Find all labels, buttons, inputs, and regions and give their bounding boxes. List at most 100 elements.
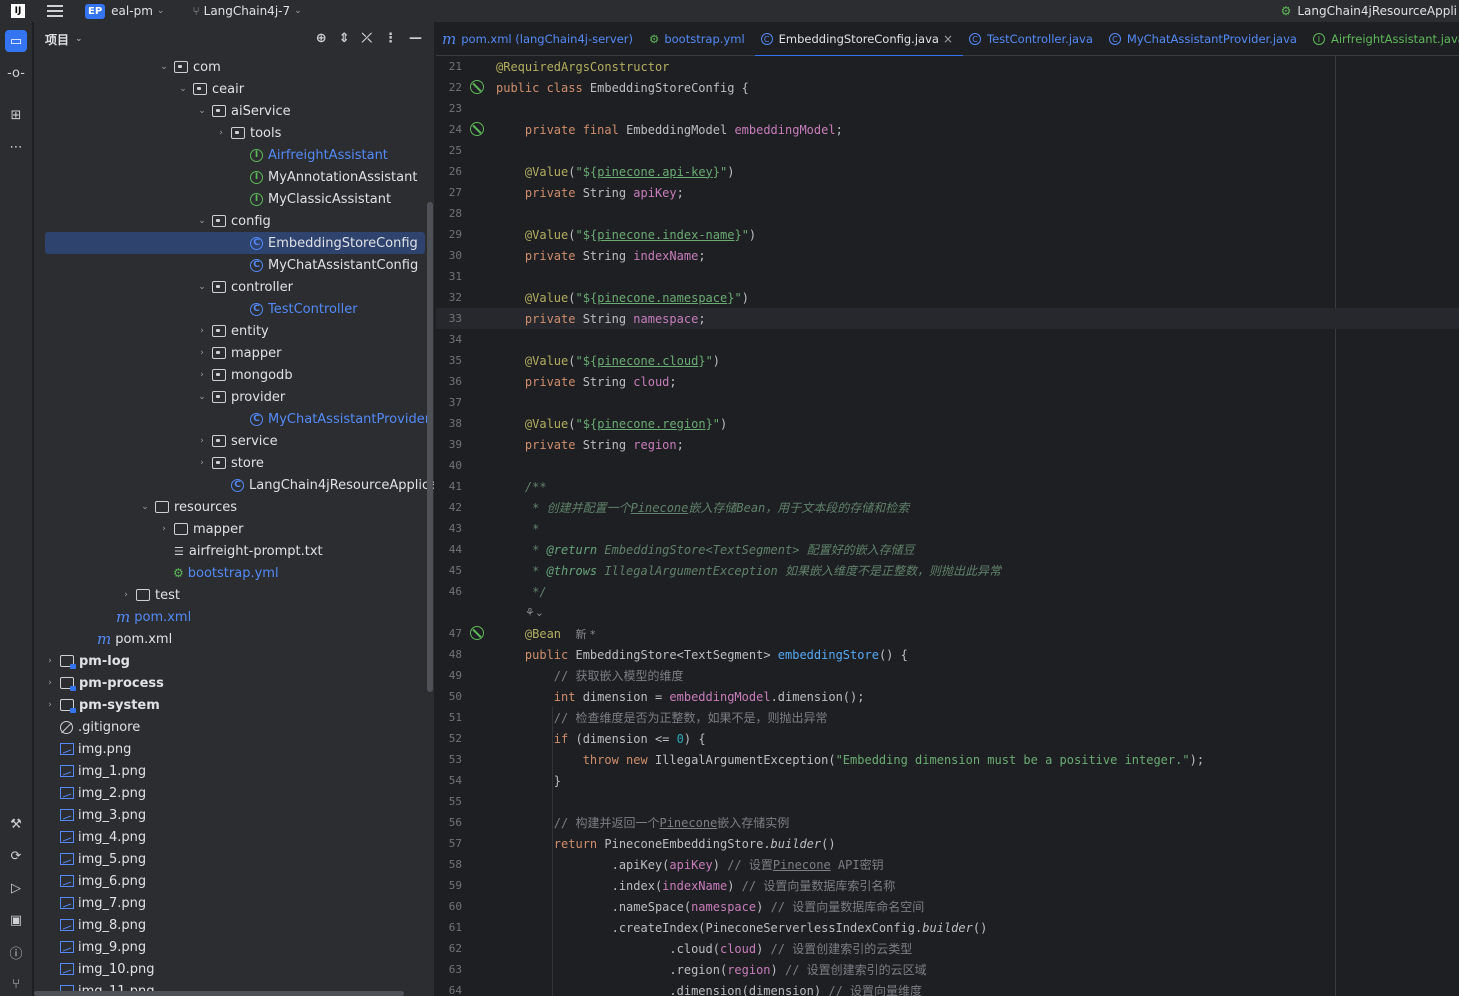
tree-item[interactable]: › test	[34, 584, 429, 606]
editor-tab[interactable]: ⚙ bootstrap.yml	[643, 22, 755, 56]
run-configuration-selector[interactable]: ⚙ LangChain4jResourceAppli	[1281, 0, 1459, 22]
code-line[interactable]: 51 // 检查维度是否为正整数，如果不是，则抛出异常	[436, 707, 1459, 728]
code-line[interactable]: 59 .index(indexName) // 设置向量数据库索引名称	[436, 875, 1459, 896]
code-line[interactable]: 24 private final EmbeddingModel embeddin…	[436, 119, 1459, 140]
code-line[interactable]: 36 private String cloud;	[436, 371, 1459, 392]
editor-tab[interactable]: m pom.xml (langChain4j-server)	[436, 22, 643, 56]
chevron-right-icon[interactable]: ›	[195, 436, 209, 446]
branch-selector[interactable]: ⑂ LangChain4j-7 ⌄	[192, 4, 301, 18]
code-line[interactable]: 55	[436, 791, 1459, 812]
code-line[interactable]: 50 int dimension = embeddingModel .dimens…	[436, 686, 1459, 707]
chevron-right-icon[interactable]: ›	[195, 326, 209, 336]
chevron-right-icon[interactable]: ›	[119, 590, 133, 600]
code-line[interactable]: 39 private String region;	[436, 434, 1459, 455]
project-panel-title[interactable]: 项目	[45, 31, 69, 48]
chevron-right-icon[interactable]: ›	[43, 678, 57, 688]
chevron-right-icon[interactable]: ›	[195, 348, 209, 358]
editor-tab[interactable]: C EmbeddingStoreConfig.java ×	[754, 22, 964, 57]
tree-item[interactable]: ⌄ resources	[34, 496, 429, 518]
tree-item[interactable]: ⌄ com	[34, 56, 429, 78]
code-line[interactable]: 45 * @throws IllegalArgumentException 如果…	[436, 560, 1459, 581]
problems-icon[interactable]: ⓘ	[5, 941, 27, 963]
code-line[interactable]: 47 @Bean 新 *	[436, 623, 1459, 644]
vertical-scrollbar[interactable]	[427, 202, 433, 692]
tree-item[interactable]: img_8.png	[34, 914, 429, 936]
terminal-icon[interactable]: ▣	[5, 909, 27, 931]
code-line[interactable]: 32 @Value("${pinecone.namespace}")	[436, 287, 1459, 308]
tree-item[interactable]: img.png	[34, 738, 429, 760]
tree-item[interactable]: › service	[34, 430, 429, 452]
tree-item[interactable]: ⌄ controller	[34, 276, 429, 298]
code-line[interactable]: 44 * @return EmbeddingStore<TextSegment>…	[436, 539, 1459, 560]
close-icon[interactable]: ×	[943, 32, 953, 46]
horizontal-scrollbar[interactable]	[34, 991, 404, 996]
collapse-all-icon[interactable]: ⤫	[362, 31, 372, 46]
git-icon[interactable]: ⑂	[5, 973, 27, 995]
tree-item[interactable]: › store	[34, 452, 429, 474]
editor-tab[interactable]: C MyChatAssistantProvider.java	[1103, 22, 1307, 56]
spring-bean-icon[interactable]	[470, 122, 484, 136]
code-line[interactable]: 25	[436, 140, 1459, 161]
code-line[interactable]: 27 private String apiKey;	[436, 182, 1459, 203]
code-line[interactable]: 37	[436, 392, 1459, 413]
code-line[interactable]: 22 public class EmbeddingStoreConfig {	[436, 77, 1459, 98]
tree-item[interactable]: img_3.png	[34, 804, 429, 826]
chevron-down-icon[interactable]: ⌄	[157, 62, 171, 72]
tree-item[interactable]: img_1.png	[34, 760, 429, 782]
tree-item[interactable]: C EmbeddingStoreConfig	[45, 232, 425, 254]
code-line[interactable]: 63 .region(region) // 设置创建索引的云区域	[436, 959, 1459, 980]
code-line[interactable]: 33 private String namespace;	[436, 308, 1459, 329]
tree-item[interactable]: img_9.png	[34, 936, 429, 958]
code-line[interactable]: 41 /**	[436, 476, 1459, 497]
code-line[interactable]: 21 @RequiredArgsConstructor	[436, 56, 1459, 77]
tree-item[interactable]: C MyChatAssistantProvider	[34, 408, 430, 430]
editor-tab[interactable]: C TestController.java	[963, 22, 1103, 56]
tree-item[interactable]: img_10.png	[34, 958, 429, 980]
code-line[interactable]: 43 *	[436, 518, 1459, 539]
locate-icon[interactable]: ⊕	[316, 31, 327, 46]
tree-item[interactable]: m pom.xml	[34, 628, 429, 650]
code-line[interactable]: 58 .apiKey(apiKey) // 设置 Pinecone API密钥	[436, 854, 1459, 875]
code-line[interactable]: 38 @Value("${pinecone.region}")	[436, 413, 1459, 434]
chevron-down-icon[interactable]: ⌄	[176, 84, 190, 94]
tree-item[interactable]: › tools	[34, 122, 429, 144]
code-line[interactable]: 30 private String indexName;	[436, 245, 1459, 266]
code-line[interactable]: 28	[436, 203, 1459, 224]
main-menu-icon[interactable]	[47, 5, 63, 17]
chevron-down-icon[interactable]: ⌄	[195, 216, 209, 226]
code-editor[interactable]: 21 @RequiredArgsConstructor 22 public class…	[436, 56, 1459, 996]
tree-item[interactable]: ☰ airfreight-prompt.txt	[34, 540, 429, 562]
tree-item[interactable]: C TestController	[34, 298, 429, 320]
tree-item[interactable]: img_6.png	[34, 870, 429, 892]
tree-item[interactable]: I MyClassicAssistant	[34, 188, 429, 210]
code-line[interactable]: 48 public EmbeddingStore<TextSegment> em…	[436, 644, 1459, 665]
spring-bean-icon[interactable]	[470, 80, 484, 94]
tree-item[interactable]: C LangChain4jResourceApplication	[34, 474, 434, 496]
tree-item[interactable]: › pm-process	[34, 672, 429, 694]
code-line[interactable]: 62 .cloud(cloud) // 设置创建索引的云类型	[436, 938, 1459, 959]
editor-tab[interactable]: I AirfreightAssistant.java	[1307, 22, 1459, 56]
tree-item[interactable]: img_5.png	[34, 848, 429, 870]
code-line[interactable]: 60 .nameSpace(namespace) // 设置向量数据库命名空间	[436, 896, 1459, 917]
code-line[interactable]: 64 .dimension(dimension) // 设置向量维度	[436, 980, 1459, 996]
hammer-icon[interactable]: ⚒	[5, 813, 27, 835]
chevron-right-icon[interactable]: ›	[195, 370, 209, 380]
code-line[interactable]: 26 @Value("${pinecone.api-key}")	[436, 161, 1459, 182]
tree-item[interactable]: m pom.xml	[34, 606, 429, 628]
tree-item[interactable]: ⌄ config	[34, 210, 429, 232]
tree-item[interactable]: › entity	[34, 320, 429, 342]
hide-icon[interactable]: —	[409, 31, 422, 46]
chevron-right-icon[interactable]: ›	[195, 458, 209, 468]
project-badge[interactable]: EP	[85, 3, 106, 19]
tree-item[interactable]: › mongodb	[34, 364, 429, 386]
chevron-down-icon[interactable]: ⌄	[195, 106, 209, 116]
code-line[interactable]: 54 }	[436, 770, 1459, 791]
code-line[interactable]: 56 // 构建并返回一个 Pinecone 嵌入存储实例	[436, 812, 1459, 833]
more-icon[interactable]: ⋯	[5, 136, 27, 158]
run-icon[interactable]: ▷	[5, 877, 27, 899]
tree-item[interactable]: ⌄ ceair	[34, 78, 429, 100]
tree-item[interactable]: ⌄ provider	[34, 386, 429, 408]
tree-item[interactable]: › pm-system	[34, 694, 429, 716]
tree-item[interactable]: img_2.png	[34, 782, 429, 804]
chevron-down-icon[interactable]: ⌄	[195, 392, 209, 402]
